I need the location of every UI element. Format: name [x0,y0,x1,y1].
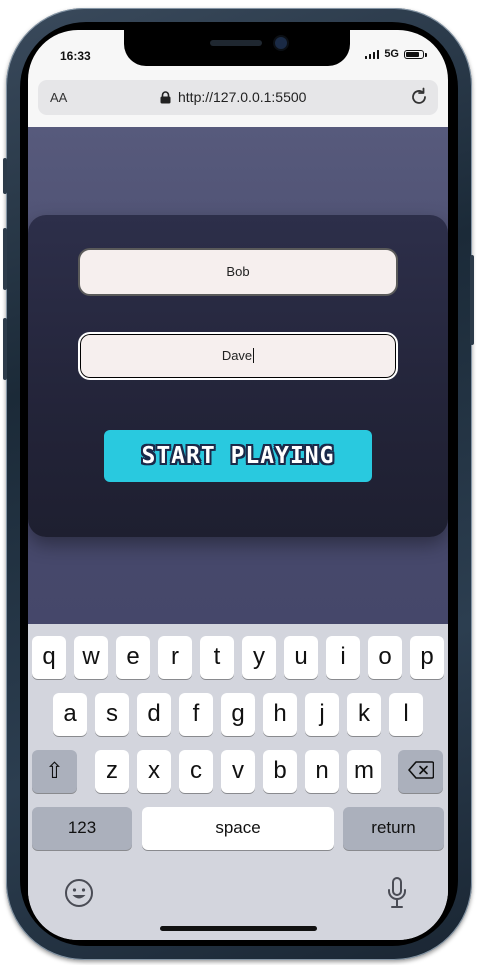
shift-key[interactable]: ⇧ [32,750,77,793]
key-a[interactable]: a [53,693,87,736]
status-time: 16:33 [60,49,91,63]
on-screen-keyboard: q w e r t y u i o p a s d f g h j k l ⇧ … [28,624,448,940]
phone-screen: 16:33 5G AA http://127.0.0.1:5500 Bob Da… [28,30,448,940]
player-one-input[interactable]: Bob [78,248,398,296]
emoji-icon[interactable] [64,878,94,913]
silent-switch [3,158,7,194]
notch [124,30,350,66]
key-p[interactable]: p [410,636,444,679]
key-z[interactable]: z [95,750,129,793]
key-v[interactable]: v [221,750,255,793]
player-two-value: Dave [221,348,253,363]
key-i[interactable]: i [326,636,360,679]
return-key[interactable]: return [343,807,444,850]
key-u[interactable]: u [284,636,318,679]
text-caret [253,348,255,363]
backspace-icon [407,761,434,779]
microphone-icon[interactable] [386,876,408,915]
cellular-signal-icon [364,49,380,59]
reload-icon[interactable] [408,86,430,113]
power-button [470,255,474,345]
key-t[interactable]: t [200,636,234,679]
volume-down-button [3,318,7,380]
backspace-key[interactable] [398,750,443,793]
volume-up-button [3,228,7,290]
url-text[interactable]: http://127.0.0.1:5500 [178,89,306,105]
network-type: 5G [384,48,399,60]
battery-icon [404,49,427,59]
key-k[interactable]: k [347,693,381,736]
key-b[interactable]: b [263,750,297,793]
key-e[interactable]: e [116,636,150,679]
home-indicator[interactable] [160,926,317,931]
address-bar[interactable]: AA http://127.0.0.1:5500 [38,80,438,115]
text-size-button[interactable]: AA [50,90,67,105]
key-s[interactable]: s [95,693,129,736]
key-o[interactable]: o [368,636,402,679]
space-key[interactable]: space [142,807,334,850]
front-camera [275,37,287,49]
player-setup-card: Bob Dave START PLAYING [28,215,448,537]
earpiece-speaker [210,40,262,46]
key-n[interactable]: n [305,750,339,793]
start-playing-button[interactable]: START PLAYING [104,430,372,482]
key-f[interactable]: f [179,693,213,736]
key-c[interactable]: c [179,750,213,793]
key-d[interactable]: d [137,693,171,736]
player-one-value: Bob [226,264,250,279]
key-r[interactable]: r [158,636,192,679]
key-j[interactable]: j [305,693,339,736]
status-indicators: 5G [364,48,427,60]
lock-icon [160,91,171,109]
key-l[interactable]: l [389,693,423,736]
key-g[interactable]: g [221,693,255,736]
player-two-input[interactable]: Dave [78,332,398,380]
key-h[interactable]: h [263,693,297,736]
numbers-key[interactable]: 123 [32,807,132,850]
key-w[interactable]: w [74,636,108,679]
key-m[interactable]: m [347,750,381,793]
key-x[interactable]: x [137,750,171,793]
key-q[interactable]: q [32,636,66,679]
web-page: Bob Dave START PLAYING [28,127,448,624]
key-y[interactable]: y [242,636,276,679]
